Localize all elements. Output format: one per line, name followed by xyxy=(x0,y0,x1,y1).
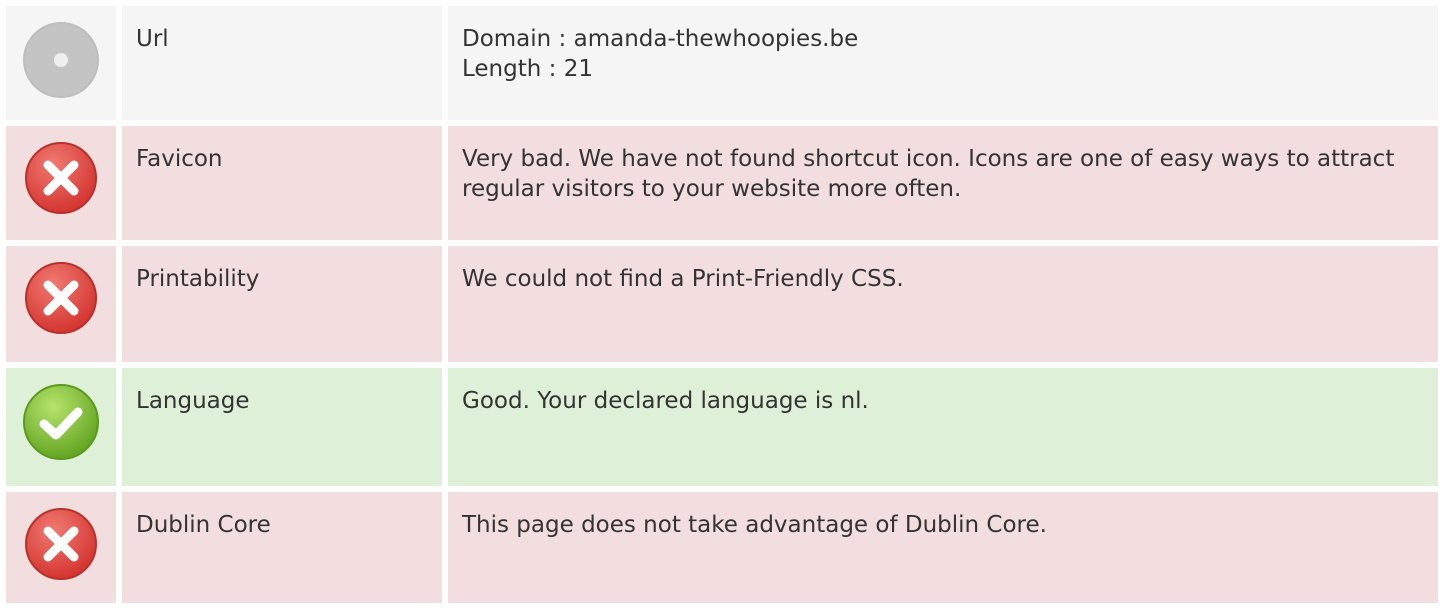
result-row-favicon: Favicon Very bad. We have not found shor… xyxy=(6,126,1438,240)
result-row-url: Url Domain : amanda-thewhoopies.be Lengt… xyxy=(6,6,1438,120)
row-value: Domain : amanda-thewhoopies.be Length : … xyxy=(448,6,1438,120)
row-value: This page does not take advantage of Dub… xyxy=(448,492,1438,603)
row-value: Very bad. We have not found shortcut ico… xyxy=(448,126,1438,240)
row-label: Dublin Core xyxy=(122,492,442,603)
status-cell xyxy=(6,126,116,240)
result-row-language: Language Good. Your declared language is… xyxy=(6,368,1438,486)
error-x-icon xyxy=(23,506,99,582)
disc-icon xyxy=(21,20,101,100)
result-row-dublin-core: Dublin Core This page does not take adva… xyxy=(6,492,1438,603)
result-row-printability: Printability We could not find a Print-F… xyxy=(6,246,1438,362)
error-x-icon xyxy=(23,260,99,336)
check-icon xyxy=(21,382,101,462)
status-cell xyxy=(6,246,116,362)
status-cell xyxy=(6,492,116,603)
row-value: We could not find a Print-Friendly CSS. xyxy=(448,246,1438,362)
row-label: Language xyxy=(122,368,442,486)
status-cell xyxy=(6,368,116,486)
row-label: Printability xyxy=(122,246,442,362)
error-x-icon xyxy=(23,140,99,216)
row-label: Url xyxy=(122,6,442,120)
status-cell xyxy=(6,6,116,120)
row-label: Favicon xyxy=(122,126,442,240)
row-value: Good. Your declared language is nl. xyxy=(448,368,1438,486)
value-line-domain: Domain : amanda-thewhoopies.be xyxy=(462,26,859,52)
seo-results-table: Url Domain : amanda-thewhoopies.be Lengt… xyxy=(6,6,1438,609)
value-line-length: Length : 21 xyxy=(462,56,593,82)
